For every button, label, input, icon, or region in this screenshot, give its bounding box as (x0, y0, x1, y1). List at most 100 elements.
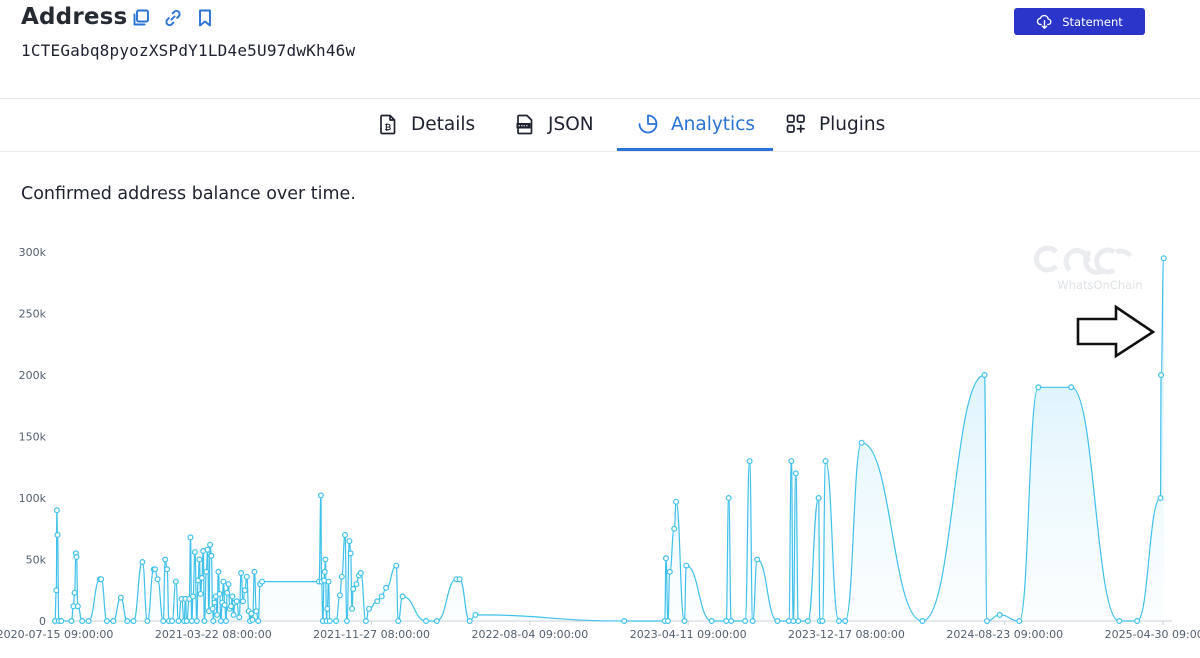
data-point[interactable] (1116, 618, 1123, 625)
data-point[interactable] (74, 603, 81, 610)
data-point[interactable] (346, 538, 353, 545)
data-point[interactable] (621, 618, 628, 625)
data-point[interactable] (162, 556, 169, 563)
data-point[interactable] (815, 495, 822, 502)
bookmark-icon[interactable] (195, 8, 215, 28)
data-point[interactable] (217, 618, 224, 625)
data-point[interactable] (238, 570, 245, 577)
data-point[interactable] (343, 618, 350, 625)
data-point[interactable] (324, 605, 331, 612)
data-point[interactable] (223, 618, 230, 625)
data-point[interactable] (374, 598, 381, 605)
copy-icon[interactable] (131, 8, 151, 28)
data-point[interactable] (673, 498, 680, 505)
data-point[interactable] (325, 578, 332, 585)
data-point[interactable] (466, 618, 473, 625)
data-point[interactable] (251, 568, 258, 575)
data-point[interactable] (249, 616, 256, 623)
data-point[interactable] (357, 570, 364, 577)
data-point[interactable] (225, 581, 232, 588)
data-point[interactable] (683, 562, 690, 569)
data-point[interactable] (240, 598, 247, 605)
data-point[interactable] (423, 618, 430, 625)
data-point[interactable] (164, 566, 171, 573)
data-point[interactable] (347, 550, 354, 557)
data-point[interactable] (338, 573, 345, 580)
data-point[interactable] (208, 552, 215, 559)
tab-json[interactable]: JSON (514, 99, 594, 149)
data-point[interactable] (160, 618, 167, 625)
data-point[interactable] (196, 556, 203, 563)
data-point[interactable] (154, 576, 161, 583)
data-point[interactable] (671, 525, 678, 532)
data-point[interactable] (253, 608, 260, 615)
data-point[interactable] (130, 618, 137, 625)
data-point[interactable] (169, 618, 176, 625)
data-point[interactable] (193, 618, 200, 625)
data-point[interactable] (378, 593, 385, 600)
data-point[interactable] (224, 589, 231, 596)
data-point[interactable] (456, 576, 463, 583)
data-point[interactable] (321, 568, 328, 575)
data-point[interactable] (395, 618, 402, 625)
data-point[interactable] (393, 562, 400, 569)
data-point[interactable] (215, 568, 222, 575)
data-point[interactable] (236, 614, 243, 621)
data-point[interactable] (981, 372, 988, 379)
data-point[interactable] (804, 618, 811, 625)
data-point[interactable] (662, 555, 669, 562)
data-point[interactable] (350, 586, 357, 593)
data-point[interactable] (362, 618, 369, 625)
data-point[interactable] (708, 618, 715, 625)
data-point[interactable] (144, 618, 151, 625)
data-point[interactable] (259, 578, 266, 585)
data-point[interactable] (255, 618, 262, 625)
data-point[interactable] (336, 592, 343, 599)
data-point[interactable] (124, 618, 131, 625)
data-point[interactable] (742, 618, 749, 625)
data-point[interactable] (230, 611, 237, 618)
data-point[interactable] (326, 618, 333, 625)
data-point[interactable] (664, 618, 671, 625)
data-point[interactable] (1157, 495, 1164, 502)
data-point[interactable] (172, 578, 179, 585)
tab-analytics[interactable]: Analytics (637, 99, 755, 149)
data-point[interactable] (842, 618, 849, 625)
data-point[interactable] (996, 611, 1003, 618)
data-point[interactable] (317, 492, 324, 499)
data-point[interactable] (198, 574, 205, 581)
data-point[interactable] (229, 593, 236, 600)
data-point[interactable] (792, 470, 799, 477)
data-point[interactable] (723, 618, 730, 625)
data-point[interactable] (73, 554, 80, 561)
link-icon[interactable] (163, 8, 183, 28)
data-point[interactable] (207, 541, 214, 548)
data-point[interactable] (774, 618, 781, 625)
data-point[interactable] (197, 590, 204, 597)
data-point[interactable] (68, 618, 75, 625)
data-point[interactable] (322, 556, 329, 563)
data-point[interactable] (858, 439, 865, 446)
data-point[interactable] (117, 594, 124, 601)
data-point[interactable] (216, 590, 223, 597)
tab-details[interactable]: ₿ Details (377, 99, 475, 149)
data-point[interactable] (211, 599, 218, 606)
data-point[interactable] (221, 602, 228, 609)
data-point[interactable] (1016, 618, 1023, 625)
data-point[interactable] (191, 549, 198, 556)
data-point[interactable] (681, 618, 688, 625)
data-point[interactable] (85, 618, 92, 625)
data-point[interactable] (333, 618, 340, 625)
data-point[interactable] (187, 534, 194, 541)
data-point[interactable] (819, 618, 826, 625)
data-point[interactable] (353, 581, 360, 588)
data-point[interactable] (204, 546, 211, 553)
data-point[interactable] (54, 531, 61, 538)
data-point[interactable] (241, 587, 248, 594)
data-point[interactable] (1134, 618, 1141, 625)
data-point[interactable] (788, 458, 795, 465)
data-point[interactable] (71, 589, 78, 596)
data-point[interactable] (1035, 384, 1042, 391)
data-point[interactable] (754, 556, 761, 563)
data-point[interactable] (152, 566, 159, 573)
